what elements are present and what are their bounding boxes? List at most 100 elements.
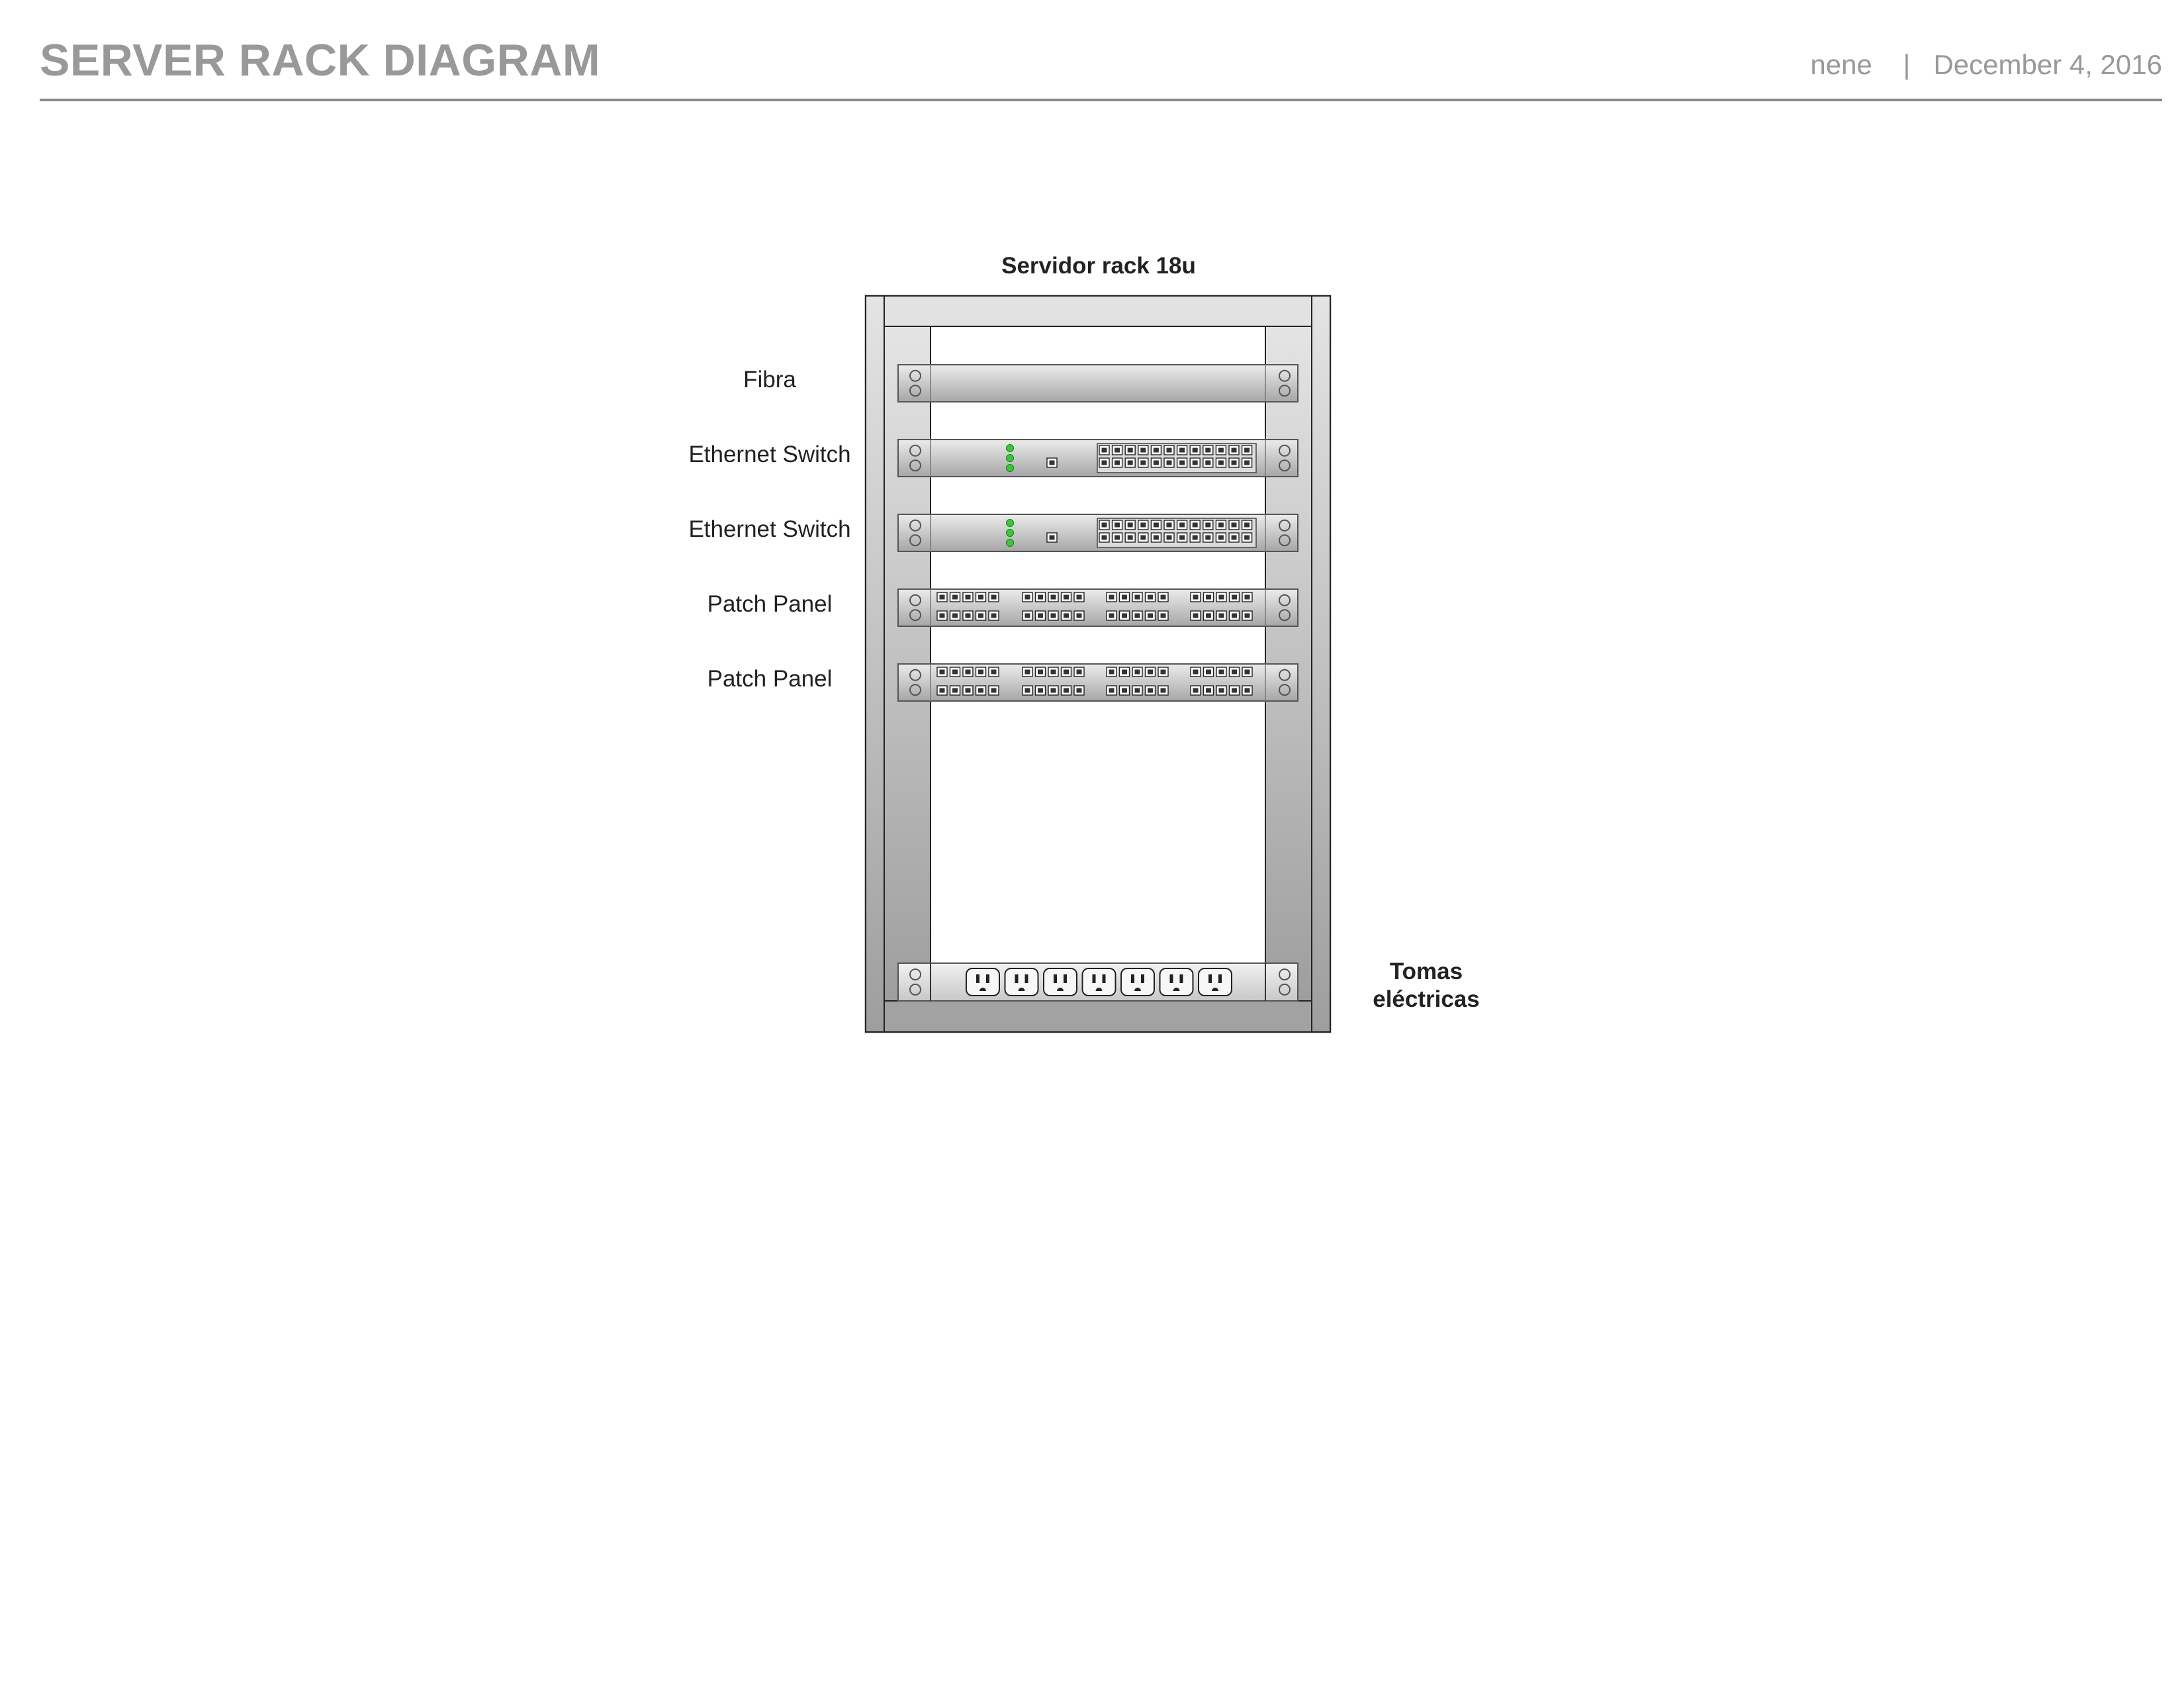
patch-port-jack xyxy=(1038,688,1043,693)
patch-port-jack xyxy=(1024,688,1030,693)
fiber-panel-body xyxy=(897,364,1298,402)
patch-port-jack xyxy=(1206,688,1211,693)
patch-port-jack xyxy=(939,613,945,618)
power-outlet xyxy=(1004,968,1039,996)
network-port-jack xyxy=(1140,522,1146,528)
patch-port-jack xyxy=(1193,613,1199,618)
patch-port-jack xyxy=(1134,613,1140,618)
network-port-jack xyxy=(1231,535,1237,540)
network-port-jack xyxy=(1179,535,1185,540)
patch-port-jack xyxy=(952,613,958,618)
power-outlet xyxy=(1198,968,1232,996)
patch-port-jack xyxy=(939,688,945,693)
patch-port-jack xyxy=(1109,613,1115,618)
network-port-jack xyxy=(1140,447,1146,453)
network-port-jack xyxy=(1153,535,1159,540)
network-port-jack xyxy=(1166,535,1172,540)
network-port-jack xyxy=(1127,522,1133,528)
patch-port-jack xyxy=(1134,594,1140,600)
network-port-jack xyxy=(1192,522,1198,528)
patch-port-jack xyxy=(1024,613,1030,618)
patch-port-jack xyxy=(1232,613,1237,618)
patch-port-jack xyxy=(965,688,971,693)
patch-port-jack xyxy=(1206,594,1211,600)
network-port-jack xyxy=(1218,522,1224,528)
network-port-jack xyxy=(1115,460,1120,465)
patch-port-jack xyxy=(1218,669,1224,675)
server-rack-diagram xyxy=(864,295,1332,1033)
outlet-slot xyxy=(986,974,989,983)
fiber-panel-unit xyxy=(897,364,1298,402)
outlet-slot xyxy=(976,974,979,983)
outlet-slot xyxy=(1208,974,1212,983)
patch-port-jack xyxy=(1122,613,1127,618)
patch-port-jack xyxy=(1109,688,1115,693)
patch-port-jack xyxy=(1244,594,1250,600)
patch-port-jack xyxy=(1160,594,1166,600)
patch-port-jack xyxy=(1076,669,1082,675)
patch-port-jack xyxy=(1050,688,1056,693)
patch-panel-unit xyxy=(897,588,1298,627)
network-port-jack xyxy=(1231,522,1237,528)
patch-port-jack xyxy=(1050,594,1056,600)
network-port-jack xyxy=(1218,460,1224,465)
network-port-jack xyxy=(1153,522,1159,528)
network-port-jack xyxy=(1115,522,1120,528)
rack-bottom-bar xyxy=(884,1000,1312,1033)
network-port-jack xyxy=(1140,460,1146,465)
patch-port-jack xyxy=(1109,594,1115,600)
network-port-jack xyxy=(1127,460,1133,465)
uplink-port-jack xyxy=(1049,460,1055,465)
patch-port-jack xyxy=(1193,669,1199,675)
network-port-jack xyxy=(1127,447,1133,453)
patch-port-jack xyxy=(1024,669,1030,675)
patch-port-jack xyxy=(978,669,983,675)
network-port-jack xyxy=(1205,460,1211,465)
network-port-jack xyxy=(1115,535,1120,540)
rack-left-edge xyxy=(865,295,885,1033)
patch-port-jack xyxy=(1193,594,1199,600)
outlet-slot xyxy=(1169,974,1173,983)
patch-port-jack xyxy=(965,613,971,618)
patch-port-jack xyxy=(991,613,997,618)
patch-port-jack xyxy=(1064,669,1069,675)
patch-port-jack xyxy=(1050,613,1056,618)
network-port-jack xyxy=(1179,522,1185,528)
outlet-slot xyxy=(1141,974,1144,983)
network-port-jack xyxy=(1140,535,1146,540)
patch-port-jack xyxy=(1244,688,1250,693)
power-outlet xyxy=(1081,968,1116,996)
network-port-jack xyxy=(1205,535,1211,540)
patch-port-jack xyxy=(1038,669,1043,675)
patch-port-jack xyxy=(1024,594,1030,600)
network-port-jack xyxy=(1115,447,1120,453)
outlet-slot xyxy=(1054,974,1057,983)
network-port-jack xyxy=(1179,447,1185,453)
uplink-port-jack xyxy=(1049,535,1055,540)
rack-right-edge xyxy=(1311,295,1331,1033)
power-strip-unit xyxy=(897,962,1298,1002)
patch-port-jack xyxy=(1064,688,1069,693)
outlet-slot xyxy=(1131,974,1134,983)
patch-port-jack xyxy=(991,594,997,600)
status-led xyxy=(1006,444,1014,452)
network-port-jack xyxy=(1166,447,1172,453)
patch-port-jack xyxy=(991,688,997,693)
status-led xyxy=(1006,454,1014,462)
patch-port-jack xyxy=(952,669,958,675)
outlet-slot xyxy=(1064,974,1067,983)
outlet-slot xyxy=(1179,974,1183,983)
patch-port-jack xyxy=(1064,613,1069,618)
patch-port-jack xyxy=(978,613,983,618)
patch-port-jack xyxy=(1160,688,1166,693)
patch-port-jack xyxy=(1122,669,1127,675)
power-outlet xyxy=(966,968,1000,996)
network-port-jack xyxy=(1101,460,1107,465)
patch-port-jack xyxy=(1134,669,1140,675)
patch-port-jack xyxy=(1206,613,1211,618)
power-outlet xyxy=(1043,968,1077,996)
outlet-slot xyxy=(1092,974,1096,983)
patch-port-jack xyxy=(939,594,945,600)
outlet-slot xyxy=(1024,974,1028,983)
network-port-jack xyxy=(1205,522,1211,528)
